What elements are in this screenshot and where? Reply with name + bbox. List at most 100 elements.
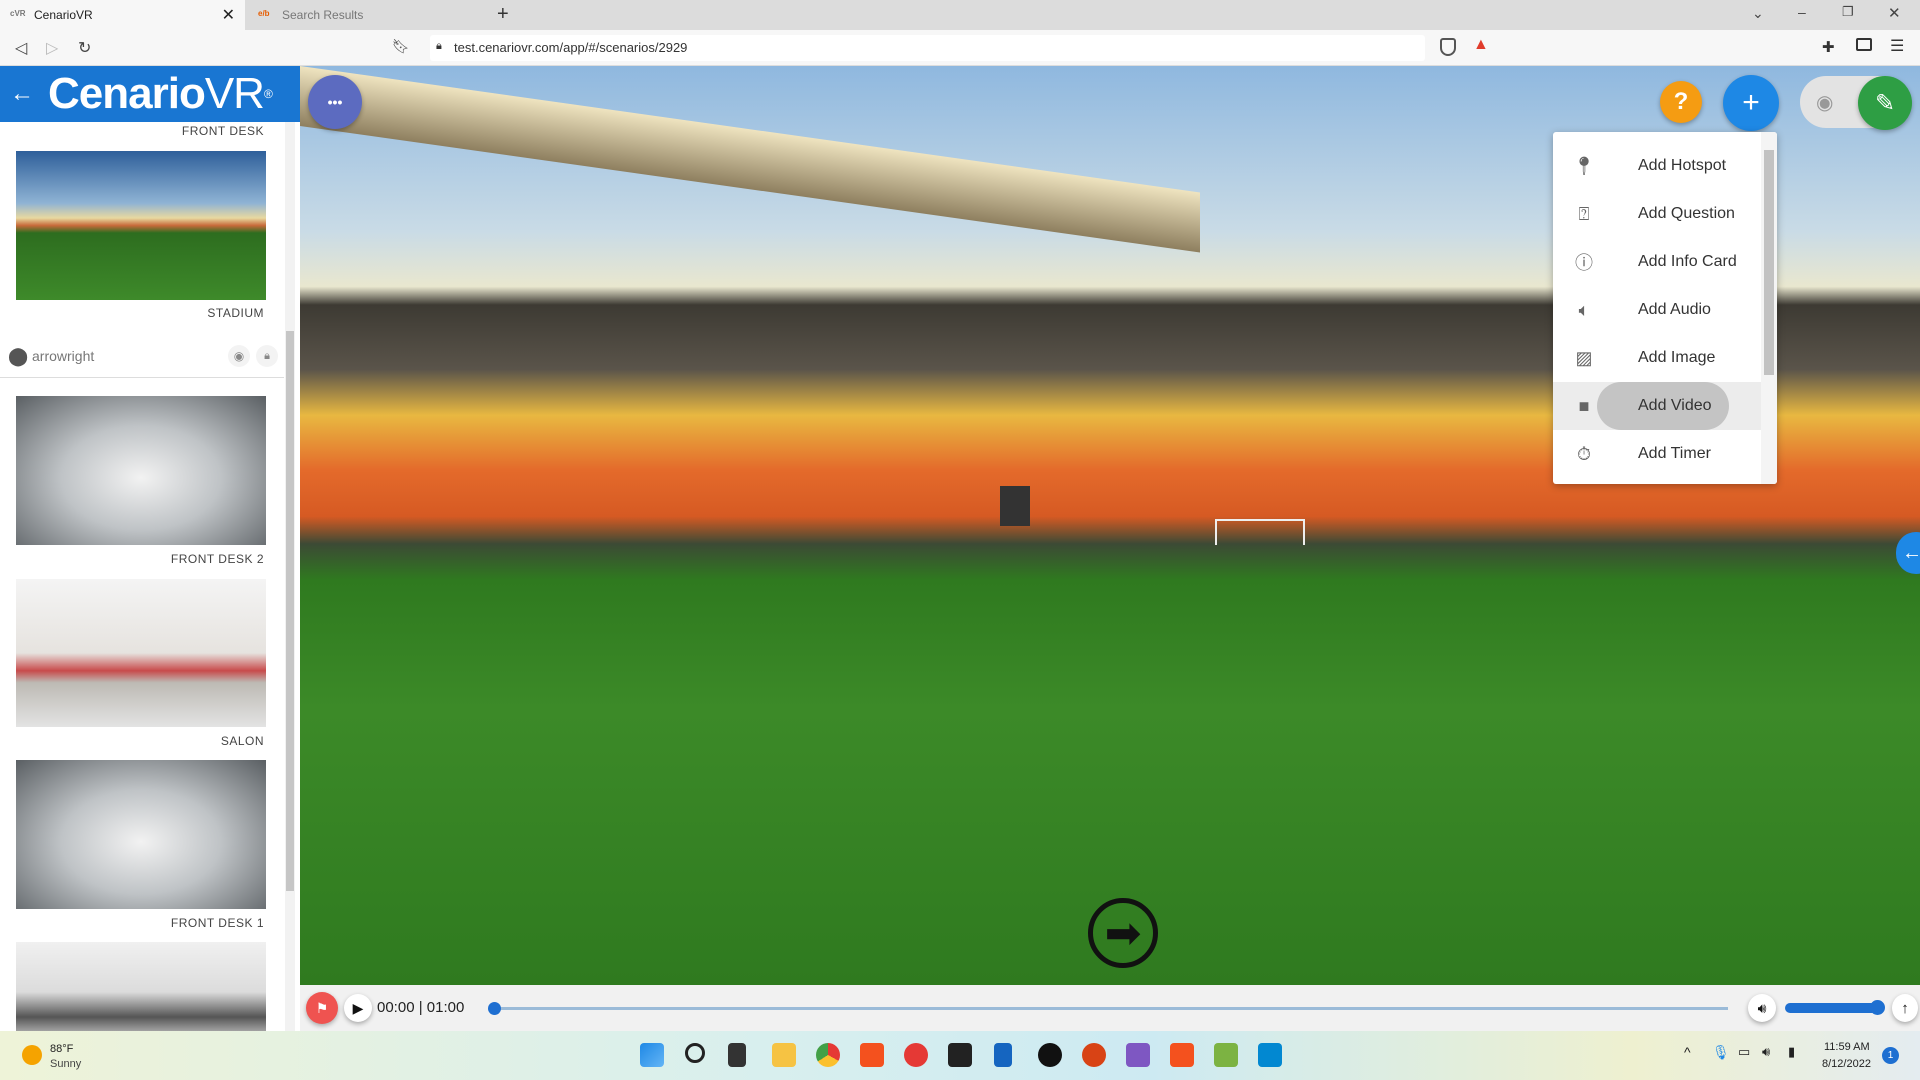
menu-item-add-hotspot[interactable]: 📍︎ Add Hotspot [1553, 142, 1761, 190]
arrow-up-icon[interactable]: ↑ [1892, 994, 1918, 1022]
weather-temp[interactable]: 88°F [50, 1043, 73, 1055]
new-tab-button[interactable]: + [497, 3, 509, 26]
menu-item-add-audio[interactable]: 🔈︎ Add Audio [1553, 286, 1761, 334]
tab-title: CenarioVR [34, 8, 93, 22]
battery-icon[interactable]: ▮ [1788, 1044, 1795, 1060]
map-pin-icon: ⬤ [8, 346, 29, 366]
scene-label: FRONT DESK 1 [170, 916, 264, 930]
clock-date[interactable]: 8/12/2022 [1822, 1058, 1871, 1070]
tab-search-results[interactable]: e/b Search Results [248, 0, 448, 30]
close-tab-icon[interactable]: ✕ [222, 5, 235, 25]
app-window-icon[interactable] [1258, 1043, 1282, 1067]
brave-icon-2[interactable] [1170, 1043, 1194, 1067]
info-icon: ⓘ [1575, 253, 1593, 273]
seek-handle[interactable] [488, 1002, 501, 1015]
back-icon[interactable]: ◁ [15, 38, 27, 58]
brave-rewards-icon[interactable]: ▲ [1473, 36, 1489, 54]
app-l-icon[interactable] [1038, 1043, 1062, 1067]
youtube-music-icon[interactable] [904, 1043, 928, 1067]
tab-cenariovr[interactable]: cVR CenarioVR ✕ [0, 0, 245, 30]
sun-icon [22, 1045, 42, 1065]
file-explorer-icon[interactable] [772, 1043, 796, 1067]
menu-item-add-info-card[interactable]: ⓘ Add Info Card [1553, 238, 1761, 286]
start-icon[interactable] [640, 1043, 664, 1067]
plex-icon[interactable] [948, 1043, 972, 1067]
speaker-icon: 🔈︎ [1578, 299, 1590, 320]
image-icon: ▨ [1575, 347, 1593, 368]
media-player-bar: ⚑ ▶ 00:00 | 01:00 🔊︎ ↑ [300, 985, 1920, 1031]
add-button[interactable]: + [1723, 75, 1779, 131]
help-button[interactable]: ? [1660, 81, 1702, 123]
flag-marker-button[interactable]: ⚑ [306, 992, 338, 1024]
video-camera-icon: ■ [1578, 395, 1590, 416]
scene-thumbnail-front-desk-2[interactable] [16, 396, 266, 545]
task-view-icon[interactable] [728, 1043, 746, 1067]
scene-thumbnail-office[interactable] [16, 942, 266, 1031]
notification-badge[interactable]: 1 [1882, 1047, 1899, 1064]
more-options-button[interactable]: ••• [308, 75, 362, 129]
pencil-icon[interactable]: ✎ [1858, 76, 1912, 130]
browser-menu-icon[interactable]: ☰ [1890, 36, 1904, 56]
volume-slider[interactable] [1785, 1003, 1877, 1013]
url-field[interactable]: 🔒︎ test.cenariovr.com/app/#/scenarios/29… [430, 35, 1425, 61]
restore-button[interactable]: ❐ [1842, 4, 1854, 20]
speaker-icon[interactable]: 🔊︎ [1762, 1044, 1770, 1060]
search-icon[interactable] [685, 1043, 705, 1063]
reload-icon[interactable]: ↻ [78, 38, 91, 58]
cenariovr-favicon: cVR [10, 9, 26, 18]
extensions-icon[interactable]: ✚ [1822, 38, 1835, 56]
menu-item-add-timer[interactable]: ⏱︎ Add Timer [1553, 430, 1761, 478]
scene-label: SALON [220, 734, 264, 748]
registered-mark: ® [263, 87, 273, 101]
chrome-icon[interactable] [816, 1043, 840, 1067]
stadium-roof [300, 66, 1200, 253]
notepad-icon[interactable] [1214, 1043, 1238, 1067]
powerpoint-icon[interactable] [1082, 1043, 1106, 1067]
hotspot-row[interactable]: ⬤ arrowright ◉ 🔒︎ [0, 336, 284, 378]
wallet-icon[interactable] [1856, 38, 1872, 51]
map-pin-icon: 📍︎ [1572, 155, 1596, 176]
volume-handle[interactable] [1870, 1000, 1885, 1015]
close-window-button[interactable]: ✕ [1888, 4, 1901, 22]
time-display: 00:00 | 01:00 [377, 999, 465, 1016]
arrow-left-panel-toggle-icon[interactable]: ← [1896, 532, 1920, 574]
arrow-right-hotspot-icon[interactable]: ➡ [1088, 898, 1158, 968]
menu-item-add-image[interactable]: ▨ Add Image [1553, 334, 1761, 382]
clock-time[interactable]: 11:59 AM [1824, 1041, 1870, 1053]
menu-item-add-video[interactable]: ■ Add Video [1553, 382, 1761, 430]
windows-taskbar: 88°F Sunny ^ 🎙︎ ▭ 🔊︎ ▮ 11:59 AM 8/12/202… [0, 1031, 1920, 1080]
seek-bar[interactable] [493, 1007, 1728, 1010]
sidebar-scrollbar-thumb[interactable] [286, 331, 294, 891]
scene-thumbnail-stadium[interactable] [16, 151, 266, 300]
browser-tab-bar: cVR CenarioVR ✕ e/b Search Results + ⌄ –… [0, 0, 1920, 30]
brave-shield-icon[interactable] [1440, 38, 1456, 56]
menu-scrollbar-thumb[interactable] [1764, 150, 1774, 375]
brand-header: ← CenarioVR ® [0, 66, 300, 122]
network-icon[interactable]: ▭ [1738, 1044, 1750, 1060]
brave-icon[interactable] [860, 1043, 884, 1067]
url-text: test.cenariovr.com/app/#/scenarios/2929 [454, 40, 688, 55]
eye-icon[interactable]: ◉ [228, 345, 250, 367]
stopwatch-icon: ⏱︎ [1576, 443, 1592, 464]
minimize-button[interactable]: – [1798, 4, 1806, 20]
scene-thumbnail-salon[interactable] [16, 579, 266, 727]
volume-icon[interactable]: 🔊︎ [1748, 994, 1776, 1022]
hotspot-name: arrowright [32, 348, 95, 364]
video-editor-icon[interactable] [1126, 1043, 1150, 1067]
scene-label: STADIUM [207, 306, 264, 320]
menu-item-add-question[interactable]: ⍰ Add Question [1553, 190, 1761, 238]
arrow-left-icon[interactable]: ← [10, 80, 34, 108]
tab-list-chevron-icon[interactable]: ⌄ [1752, 5, 1764, 22]
microphone-icon[interactable]: 🎙︎ [1712, 1044, 1730, 1061]
forward-icon[interactable]: ▷ [46, 38, 58, 58]
notebook-icon[interactable] [994, 1043, 1012, 1067]
weather-desc[interactable]: Sunny [50, 1058, 81, 1070]
tray-chevron-icon[interactable]: ^ [1684, 1044, 1691, 1060]
add-element-menu: 📍︎ Add Hotspot ⍰ Add Question ⓘ Add Info Ca… [1553, 132, 1777, 484]
play-button[interactable]: ▶ [344, 994, 372, 1022]
scene-thumbnail-front-desk-1[interactable] [16, 760, 266, 909]
lock-icon[interactable]: 🔒︎ [256, 345, 278, 367]
tab-title: Search Results [282, 8, 364, 22]
bookmark-icon[interactable]: 🔖︎ [392, 38, 410, 55]
eye-icon[interactable]: ◉ [1816, 90, 1833, 115]
